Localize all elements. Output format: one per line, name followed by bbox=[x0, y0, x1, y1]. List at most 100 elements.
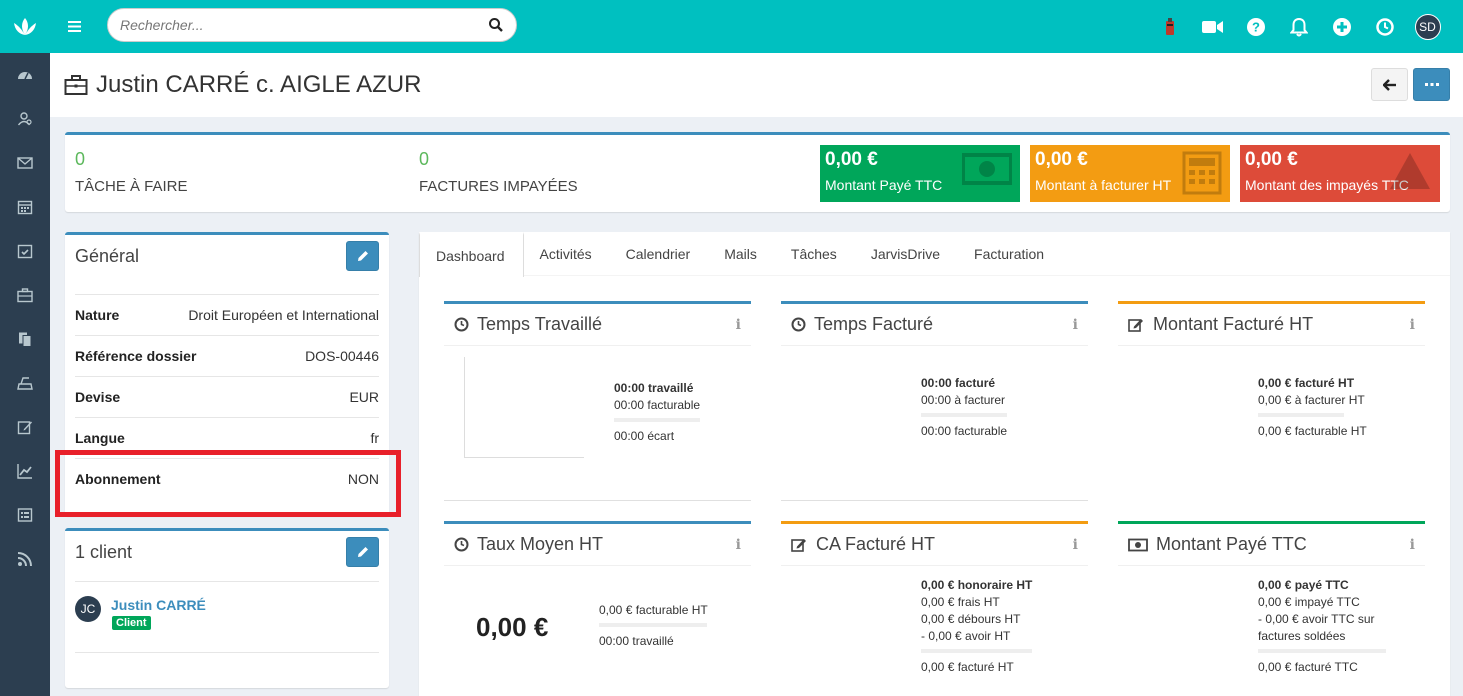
metric-line: 00:00 facturé bbox=[921, 376, 996, 390]
lotus-logo-icon bbox=[14, 17, 36, 35]
card-montant-facture: Montant Facturé HT i 0,00 € facturé HT 0… bbox=[1118, 301, 1425, 501]
timer-toggle[interactable] bbox=[1148, 0, 1191, 53]
stats-bar: 0 TÂCHE À FAIRE 0 FACTURES IMPAYÉES 0,00… bbox=[65, 132, 1450, 212]
add-button[interactable] bbox=[1320, 0, 1363, 53]
metric-line: - 0,00 € avoir HT bbox=[921, 629, 1011, 643]
calendar-check-icon bbox=[17, 244, 33, 259]
tab-billing[interactable]: Facturation bbox=[958, 232, 1062, 276]
metric-line: 00:00 facturable bbox=[921, 424, 1008, 438]
time-tracker-button[interactable] bbox=[1363, 0, 1406, 53]
cash-register-icon bbox=[17, 377, 33, 390]
tab-dashboard[interactable]: Dashboard bbox=[419, 232, 524, 277]
menu-toggle-button[interactable] bbox=[52, 0, 96, 53]
sidebar-item-statistics[interactable] bbox=[0, 449, 50, 493]
card-header: Taux Moyen HT i bbox=[444, 524, 751, 566]
tab-mails[interactable]: Mails bbox=[708, 232, 775, 276]
money-bill-icon bbox=[1128, 538, 1148, 551]
hamburger-icon bbox=[67, 21, 81, 32]
info-icon[interactable]: i bbox=[1410, 537, 1415, 553]
back-button[interactable] bbox=[1371, 68, 1408, 101]
card-metrics: 0,00 € honoraire HT 0,00 € frais HT 0,00… bbox=[921, 577, 1032, 676]
user-menu[interactable]: SD bbox=[1406, 0, 1449, 53]
tasks-stat[interactable]: 0 TÂCHE À FAIRE bbox=[75, 149, 188, 195]
info-icon[interactable]: i bbox=[1073, 317, 1078, 333]
kpi-to-invoice[interactable]: 0,00 € Montant à facturer HT bbox=[1030, 145, 1230, 202]
calendar-icon bbox=[17, 200, 33, 215]
sidebar-item-calendar[interactable] bbox=[0, 185, 50, 229]
sidebar-item-billing[interactable] bbox=[0, 361, 50, 405]
tab-calendar[interactable]: Calendrier bbox=[610, 232, 709, 276]
line-chart-icon bbox=[17, 464, 32, 479]
row-value: Droit Européen et International bbox=[188, 307, 379, 323]
edit-clients-button[interactable] bbox=[346, 537, 379, 567]
metric-line: 0,00 € facturé TTC bbox=[1258, 660, 1358, 674]
row-key: Devise bbox=[75, 389, 121, 405]
tab-panel: Dashboard Activités Calendrier Mails Tâc… bbox=[419, 232, 1450, 696]
card-footer-line bbox=[781, 500, 1088, 501]
separator bbox=[1258, 413, 1344, 417]
edit-icon bbox=[17, 421, 32, 435]
general-title: Général bbox=[75, 246, 140, 266]
edit-general-button[interactable] bbox=[346, 241, 379, 271]
info-icon[interactable]: i bbox=[1073, 537, 1078, 553]
highlight-annotation bbox=[55, 450, 401, 517]
metric-line: 0,00 € facturé HT bbox=[1258, 376, 1355, 390]
record-device-icon bbox=[1165, 17, 1174, 35]
card-header: Temps Travaillé i bbox=[444, 304, 751, 346]
separator bbox=[599, 623, 707, 627]
pencil-icon bbox=[357, 547, 368, 557]
chart-area bbox=[464, 357, 584, 458]
kpi-paid[interactable]: 0,00 € Montant Payé TTC bbox=[820, 145, 1020, 202]
tab-activities[interactable]: Activités bbox=[524, 232, 610, 276]
user-avatar: SD bbox=[1414, 13, 1441, 40]
sidebar-item-feed[interactable] bbox=[0, 537, 50, 581]
sidebar-item-reports[interactable] bbox=[0, 493, 50, 537]
row-key: Nature bbox=[75, 307, 120, 323]
card-temps-travaille: Temps Travaillé i 00:00 travaillé 00:00 … bbox=[444, 301, 751, 501]
page-title-wrap: Justin CARRÉ c. AIGLE AZUR bbox=[64, 71, 421, 99]
help-button[interactable]: ? bbox=[1234, 0, 1277, 53]
tab-jarvisdrive[interactable]: JarvisDrive bbox=[855, 232, 958, 276]
sidebar-item-cases[interactable] bbox=[0, 273, 50, 317]
sidebar-item-mail[interactable] bbox=[0, 141, 50, 185]
client-name-link[interactable]: Justin CARRÉ bbox=[111, 597, 206, 613]
more-options-button[interactable] bbox=[1413, 68, 1450, 101]
arrow-left-icon bbox=[1382, 78, 1396, 91]
search-icon[interactable] bbox=[488, 17, 504, 33]
briefcase-icon bbox=[64, 75, 88, 95]
sidebar-item-notes[interactable] bbox=[0, 405, 50, 449]
info-icon[interactable]: i bbox=[736, 537, 741, 553]
notifications-button[interactable] bbox=[1277, 0, 1320, 53]
sidebar-item-dashboard[interactable] bbox=[0, 53, 50, 97]
calculator-icon bbox=[1182, 151, 1222, 195]
card-temps-facture: Temps Facturé i 00:00 facturé 00:00 à fa… bbox=[781, 301, 1088, 501]
separator bbox=[921, 649, 1032, 653]
sidebar-item-tasks[interactable] bbox=[0, 229, 50, 273]
video-button[interactable] bbox=[1191, 0, 1234, 53]
metric-line: 00:00 travaillé bbox=[614, 381, 694, 395]
separator bbox=[1258, 649, 1386, 653]
tasks-count: 0 bbox=[75, 149, 86, 169]
metric-line: 00:00 facturable bbox=[614, 398, 701, 412]
sidebar-item-contacts[interactable] bbox=[0, 97, 50, 141]
search-input[interactable] bbox=[120, 17, 488, 33]
tab-tasks[interactable]: Tâches bbox=[775, 232, 855, 276]
sidebar-item-documents[interactable] bbox=[0, 317, 50, 361]
app-logo[interactable] bbox=[0, 0, 50, 53]
info-icon[interactable]: i bbox=[736, 317, 741, 333]
card-title: Montant Payé TTC bbox=[1156, 534, 1307, 554]
list-alt-icon bbox=[17, 508, 33, 522]
metric-line: 0,00 € à facturer HT bbox=[1258, 393, 1365, 407]
tasks-label: TÂCHE À FAIRE bbox=[75, 178, 188, 195]
briefcase-icon bbox=[17, 288, 33, 303]
topbar: ? SD bbox=[0, 0, 1463, 53]
info-icon[interactable]: i bbox=[1410, 317, 1415, 333]
metric-line: 0,00 € facturable HT bbox=[599, 603, 708, 617]
money-bill-icon bbox=[962, 153, 1012, 185]
clock-icon bbox=[454, 317, 469, 332]
copy-icon bbox=[19, 332, 32, 347]
user-search-icon bbox=[17, 112, 32, 126]
kpi-unpaid[interactable]: 0,00 € Montant des impayés TTC bbox=[1240, 145, 1440, 202]
invoices-stat[interactable]: 0 FACTURES IMPAYÉES bbox=[419, 149, 578, 195]
card-title: Taux Moyen HT bbox=[477, 534, 604, 554]
